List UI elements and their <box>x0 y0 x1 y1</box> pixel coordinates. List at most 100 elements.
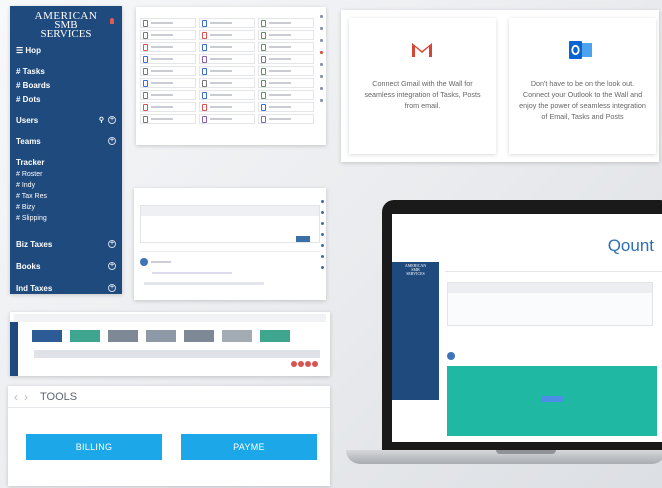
status-dots <box>291 361 318 367</box>
add-biz-taxes-icon[interactable]: + <box>108 240 116 248</box>
file-item[interactable] <box>140 102 196 112</box>
file-item[interactable] <box>140 42 196 52</box>
avatar <box>140 258 148 266</box>
outlook-card[interactable]: Don't have to be on the look out. Connec… <box>509 18 656 154</box>
task-update-card <box>447 366 657 436</box>
laptop-mockup: Qount AMERICAN SMB SERVICES <box>346 200 662 488</box>
wall-post-button[interactable] <box>296 236 310 242</box>
file-item[interactable] <box>140 30 196 40</box>
chevron-right-icon[interactable]: › <box>24 390 28 404</box>
stat-card[interactable] <box>222 330 252 342</box>
gmail-icon <box>411 42 433 58</box>
file-item[interactable] <box>140 114 196 124</box>
file-icon <box>143 115 148 123</box>
file-icon <box>143 31 148 39</box>
file-item[interactable] <box>199 30 255 40</box>
file-item[interactable] <box>258 114 314 124</box>
file-icon <box>261 79 266 87</box>
file-item[interactable] <box>199 102 255 112</box>
stat-card[interactable] <box>70 330 100 342</box>
file-item[interactable] <box>140 78 196 88</box>
file-icon <box>261 115 266 123</box>
file-item[interactable] <box>199 42 255 52</box>
file-item[interactable] <box>258 66 314 76</box>
file-item[interactable] <box>140 66 196 76</box>
stat-card[interactable] <box>260 330 290 342</box>
file-icon <box>261 91 266 99</box>
sidebar-item-ind-taxes[interactable]: Ind Taxes + <box>16 277 116 294</box>
file-item[interactable] <box>258 30 314 40</box>
sidebar-item-tasks[interactable]: # Tasks <box>16 64 116 78</box>
sidebar-item-boards[interactable]: # Boards <box>16 78 116 92</box>
tracker-toolbar <box>14 314 326 322</box>
file-item[interactable] <box>140 54 196 64</box>
file-icon <box>261 103 266 111</box>
file-item[interactable] <box>258 78 314 88</box>
integrations-panel: Connect Gmail with the Wall for seamless… <box>341 10 659 162</box>
sidebar-item-dots[interactable]: # Dots <box>16 92 116 106</box>
file-icon <box>202 31 207 39</box>
add-books-icon[interactable]: + <box>108 262 116 270</box>
file-item[interactable] <box>258 90 314 100</box>
billing-button[interactable]: BILLING <box>26 434 162 460</box>
sidebar-item-biz-taxes[interactable]: Biz Taxes + <box>16 233 116 255</box>
file-item[interactable] <box>258 18 314 28</box>
add-team-icon[interactable]: + <box>108 137 116 145</box>
file-item[interactable] <box>199 90 255 100</box>
file-item[interactable] <box>199 54 255 64</box>
wall-compose-box[interactable] <box>140 205 320 243</box>
tools-panel: ‹ › TOOLS BILLING PAYME <box>8 386 330 486</box>
tracker-sidebar <box>10 322 18 376</box>
add-ind-taxes-icon[interactable]: + <box>108 284 116 292</box>
sidebar-item-hop[interactable]: ☰ Hop <box>16 43 116 57</box>
file-icon <box>143 79 148 87</box>
file-icon <box>261 19 266 27</box>
file-icon <box>143 103 148 111</box>
laptop-compose-box[interactable] <box>447 282 653 326</box>
tracker-panel <box>10 312 330 376</box>
file-item[interactable] <box>199 66 255 76</box>
file-item[interactable] <box>258 42 314 52</box>
laptop-company-logo: AMERICAN SMB SERVICES <box>404 263 427 276</box>
file-icon <box>143 55 148 63</box>
file-item[interactable] <box>140 90 196 100</box>
stat-card[interactable] <box>32 330 62 342</box>
stat-card[interactable] <box>108 330 138 342</box>
file-icon <box>143 67 148 75</box>
file-item[interactable] <box>199 114 255 124</box>
company-logo: AMERICAN SMB SERVICES <box>34 10 98 40</box>
file-item[interactable] <box>199 18 255 28</box>
stat-card[interactable] <box>184 330 214 342</box>
table-row[interactable] <box>34 360 320 370</box>
file-item[interactable] <box>258 102 314 112</box>
sidebar-item-teams[interactable]: Teams + <box>16 134 116 148</box>
wall-toolbar <box>136 190 324 195</box>
tracker-stat-cards <box>32 330 290 342</box>
tracker-item-tax-res[interactable]: # Tax Res <box>16 191 116 202</box>
file-item[interactable] <box>140 18 196 28</box>
file-icon <box>202 91 207 99</box>
gmail-card[interactable]: Connect Gmail with the Wall for seamless… <box>349 18 496 154</box>
files-side-rail <box>320 15 323 125</box>
files-panel <box>136 7 326 145</box>
file-icon <box>143 19 148 27</box>
file-item[interactable] <box>258 54 314 64</box>
sidebar-item-users[interactable]: Users ⚲ + <box>16 113 116 127</box>
file-grid <box>140 18 322 124</box>
tracker-item-indy[interactable]: # Indy <box>16 180 116 191</box>
sidebar-item-tracker[interactable]: Tracker <box>16 155 116 169</box>
user-icon[interactable]: ⚲ <box>99 116 104 124</box>
task-update-button[interactable] <box>541 396 563 402</box>
file-icon <box>261 43 266 51</box>
tracker-item-bizy[interactable]: # Bizy <box>16 202 116 213</box>
sidebar-item-books[interactable]: Books + <box>16 255 116 277</box>
tracker-item-slipping[interactable]: # Slipping <box>16 213 116 224</box>
payme-button[interactable]: PAYME <box>181 434 317 460</box>
stat-card[interactable] <box>146 330 176 342</box>
file-icon <box>202 103 207 111</box>
file-item[interactable] <box>199 78 255 88</box>
add-user-icon[interactable]: + <box>108 116 116 124</box>
file-icon <box>202 55 207 63</box>
tracker-item-roster[interactable]: # Roster <box>16 169 116 180</box>
chevron-left-icon[interactable]: ‹ <box>14 390 18 404</box>
